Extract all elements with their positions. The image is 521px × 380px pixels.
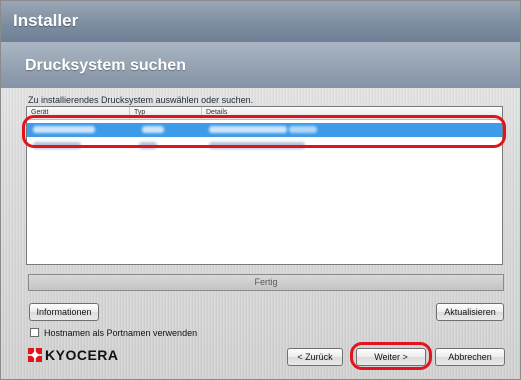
redacted-device-details bbox=[209, 142, 305, 149]
page-header: Drucksystem suchen bbox=[1, 42, 520, 88]
device-list[interactable]: Gerät Typ Details bbox=[26, 106, 503, 265]
redacted-device-name bbox=[33, 142, 81, 149]
column-header-device[interactable]: Gerät bbox=[27, 107, 130, 119]
kyocera-logo-mark-icon bbox=[28, 348, 42, 362]
next-button[interactable]: Weiter > bbox=[356, 348, 426, 366]
cancel-button[interactable]: Abbrechen bbox=[435, 348, 505, 366]
logo-text: KYOCERA bbox=[45, 347, 119, 363]
installer-window: Installer Drucksystem suchen Zu installi… bbox=[0, 0, 521, 380]
redacted-device-details-extra bbox=[289, 126, 317, 133]
device-row[interactable] bbox=[27, 139, 502, 153]
refresh-button[interactable]: Aktualisieren bbox=[436, 303, 504, 321]
title-bar: Installer bbox=[1, 1, 520, 43]
redacted-device-type bbox=[139, 142, 157, 149]
instruction-text: Zu installierendes Drucksystem auswählen… bbox=[28, 95, 254, 105]
back-button[interactable]: < Zurück bbox=[287, 348, 343, 366]
hostname-checkbox-label[interactable]: Hostnamen als Portnamen verwenden bbox=[44, 327, 197, 339]
information-button[interactable]: Informationen bbox=[29, 303, 99, 321]
device-row-selected[interactable] bbox=[27, 123, 502, 137]
device-list-header: Gerät Typ Details bbox=[27, 107, 502, 120]
redacted-device-details bbox=[209, 126, 287, 133]
redacted-device-name bbox=[33, 126, 95, 133]
column-header-details[interactable]: Details bbox=[202, 107, 502, 119]
column-header-type[interactable]: Typ bbox=[130, 107, 202, 119]
window-title: Installer bbox=[13, 11, 79, 30]
page-title: Drucksystem suchen bbox=[25, 57, 186, 74]
hostname-checkbox[interactable] bbox=[30, 328, 39, 337]
redacted-device-type bbox=[142, 126, 164, 133]
progress-status-text: Fertig bbox=[254, 277, 278, 287]
search-progress-bar: Fertig bbox=[28, 274, 504, 291]
